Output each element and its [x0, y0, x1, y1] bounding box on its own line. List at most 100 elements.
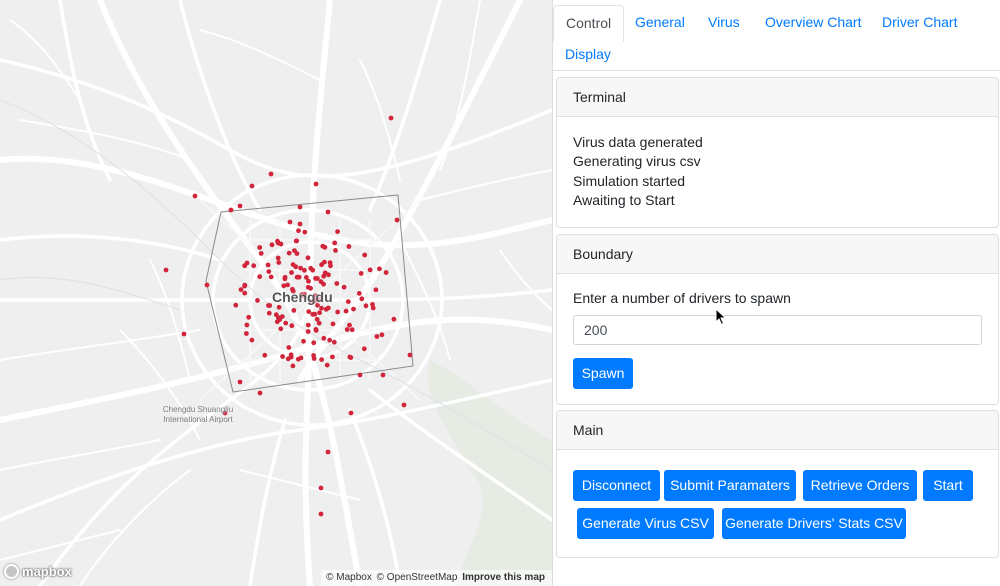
driver-marker[interactable]: [295, 356, 301, 362]
driver-marker[interactable]: [313, 328, 319, 333]
driver-marker[interactable]: [297, 221, 303, 227]
driver-marker[interactable]: [289, 323, 295, 329]
driver-marker[interactable]: [310, 311, 316, 317]
driver-marker[interactable]: [268, 171, 274, 177]
driver-marker[interactable]: [311, 356, 317, 361]
disconnect-button[interactable]: Disconnect: [573, 470, 660, 501]
generate-drivers-stats-csv-button[interactable]: Generate Drivers' Stats CSV: [722, 508, 906, 539]
driver-marker[interactable]: [322, 244, 328, 250]
driver-marker[interactable]: [321, 281, 326, 287]
driver-marker[interactable]: [334, 281, 340, 286]
driver-marker[interactable]: [407, 352, 413, 358]
driver-marker[interactable]: [249, 183, 255, 189]
driver-marker[interactable]: [305, 322, 311, 328]
driver-marker[interactable]: [249, 337, 255, 343]
generate-virus-csv-button[interactable]: Generate Virus CSV: [577, 508, 714, 539]
driver-marker[interactable]: [391, 316, 397, 322]
driver-marker[interactable]: [313, 181, 319, 187]
driver-marker[interactable]: [351, 306, 356, 312]
driver-marker[interactable]: [324, 362, 330, 368]
improve-map-link[interactable]: Improve this map: [462, 572, 545, 583]
driver-marker[interactable]: [388, 115, 394, 121]
driver-marker[interactable]: [361, 346, 367, 352]
driver-marker[interactable]: [332, 240, 338, 246]
driver-marker[interactable]: [317, 310, 322, 316]
driver-marker[interactable]: [278, 326, 284, 332]
driver-marker[interactable]: [305, 329, 311, 334]
driver-marker[interactable]: [325, 209, 331, 215]
map-view[interactable]: Chengdu Chengdu Shuangliu International …: [0, 0, 552, 586]
driver-marker[interactable]: [262, 352, 268, 358]
driver-marker[interactable]: [318, 485, 324, 491]
driver-marker[interactable]: [349, 327, 355, 333]
driver-marker[interactable]: [287, 219, 293, 225]
driver-marker[interactable]: [280, 354, 285, 359]
driver-marker[interactable]: [286, 345, 292, 350]
driver-marker[interactable]: [258, 251, 264, 256]
spawn-button[interactable]: Spawn: [573, 358, 633, 389]
tab-virus[interactable]: Virus: [708, 5, 740, 39]
driver-marker[interactable]: [348, 410, 354, 416]
start-button[interactable]: Start: [923, 470, 973, 501]
driver-marker[interactable]: [294, 251, 300, 256]
driver-marker[interactable]: [301, 338, 306, 344]
driver-marker[interactable]: [362, 252, 368, 258]
driver-marker[interactable]: [276, 304, 282, 310]
driver-marker[interactable]: [266, 310, 272, 316]
driver-marker[interactable]: [297, 204, 303, 210]
driver-marker[interactable]: [331, 339, 337, 345]
driver-marker[interactable]: [335, 309, 341, 315]
driver-marker[interactable]: [318, 511, 324, 517]
driver-marker[interactable]: [273, 312, 279, 318]
driver-marker[interactable]: [266, 303, 271, 308]
driver-marker[interactable]: [274, 319, 280, 325]
driver-marker[interactable]: [344, 327, 350, 332]
driver-marker[interactable]: [294, 238, 300, 244]
driver-marker[interactable]: [296, 228, 301, 234]
driver-marker[interactable]: [275, 255, 281, 261]
driver-marker[interactable]: [374, 334, 380, 339]
driver-marker[interactable]: [286, 250, 292, 256]
driver-marker[interactable]: [319, 305, 324, 311]
driver-marker[interactable]: [282, 274, 288, 280]
driver-marker[interactable]: [268, 274, 274, 280]
driver-marker[interactable]: [330, 321, 336, 327]
driver-marker[interactable]: [275, 238, 280, 244]
driver-marker[interactable]: [302, 267, 307, 273]
driver-marker[interactable]: [321, 273, 327, 279]
mapbox-logo[interactable]: mapbox: [4, 564, 72, 579]
driver-marker[interactable]: [321, 335, 327, 341]
driver-marker[interactable]: [306, 309, 312, 314]
driver-marker[interactable]: [242, 282, 248, 288]
driver-marker[interactable]: [266, 269, 272, 274]
retrieve-orders-button[interactable]: Retrieve Orders: [803, 470, 917, 501]
driver-marker[interactable]: [333, 248, 338, 253]
driver-marker[interactable]: [341, 284, 347, 290]
driver-marker[interactable]: [181, 331, 187, 337]
driver-marker[interactable]: [357, 372, 363, 378]
driver-marker[interactable]: [358, 271, 364, 276]
driver-marker[interactable]: [377, 266, 382, 272]
driver-marker[interactable]: [283, 320, 289, 326]
driver-marker[interactable]: [279, 314, 285, 319]
driver-marker[interactable]: [242, 263, 248, 269]
driver-marker[interactable]: [296, 274, 302, 280]
driver-marker[interactable]: [192, 193, 198, 199]
driver-marker[interactable]: [315, 276, 320, 281]
driver-marker[interactable]: [228, 207, 234, 213]
driver-marker[interactable]: [290, 363, 296, 369]
driver-marker[interactable]: [291, 308, 297, 313]
driver-marker[interactable]: [305, 255, 311, 261]
driver-marker[interactable]: [370, 305, 376, 311]
driver-marker[interactable]: [302, 229, 308, 235]
driver-count-input[interactable]: [573, 315, 982, 345]
driver-marker[interactable]: [265, 262, 271, 268]
driver-marker[interactable]: [242, 290, 248, 296]
driver-marker[interactable]: [330, 354, 335, 360]
driver-marker[interactable]: [244, 331, 249, 336]
driver-marker[interactable]: [328, 263, 333, 269]
driver-marker[interactable]: [293, 264, 299, 270]
driver-marker[interactable]: [335, 229, 340, 235]
driver-marker[interactable]: [327, 337, 332, 343]
driver-marker[interactable]: [348, 355, 354, 360]
